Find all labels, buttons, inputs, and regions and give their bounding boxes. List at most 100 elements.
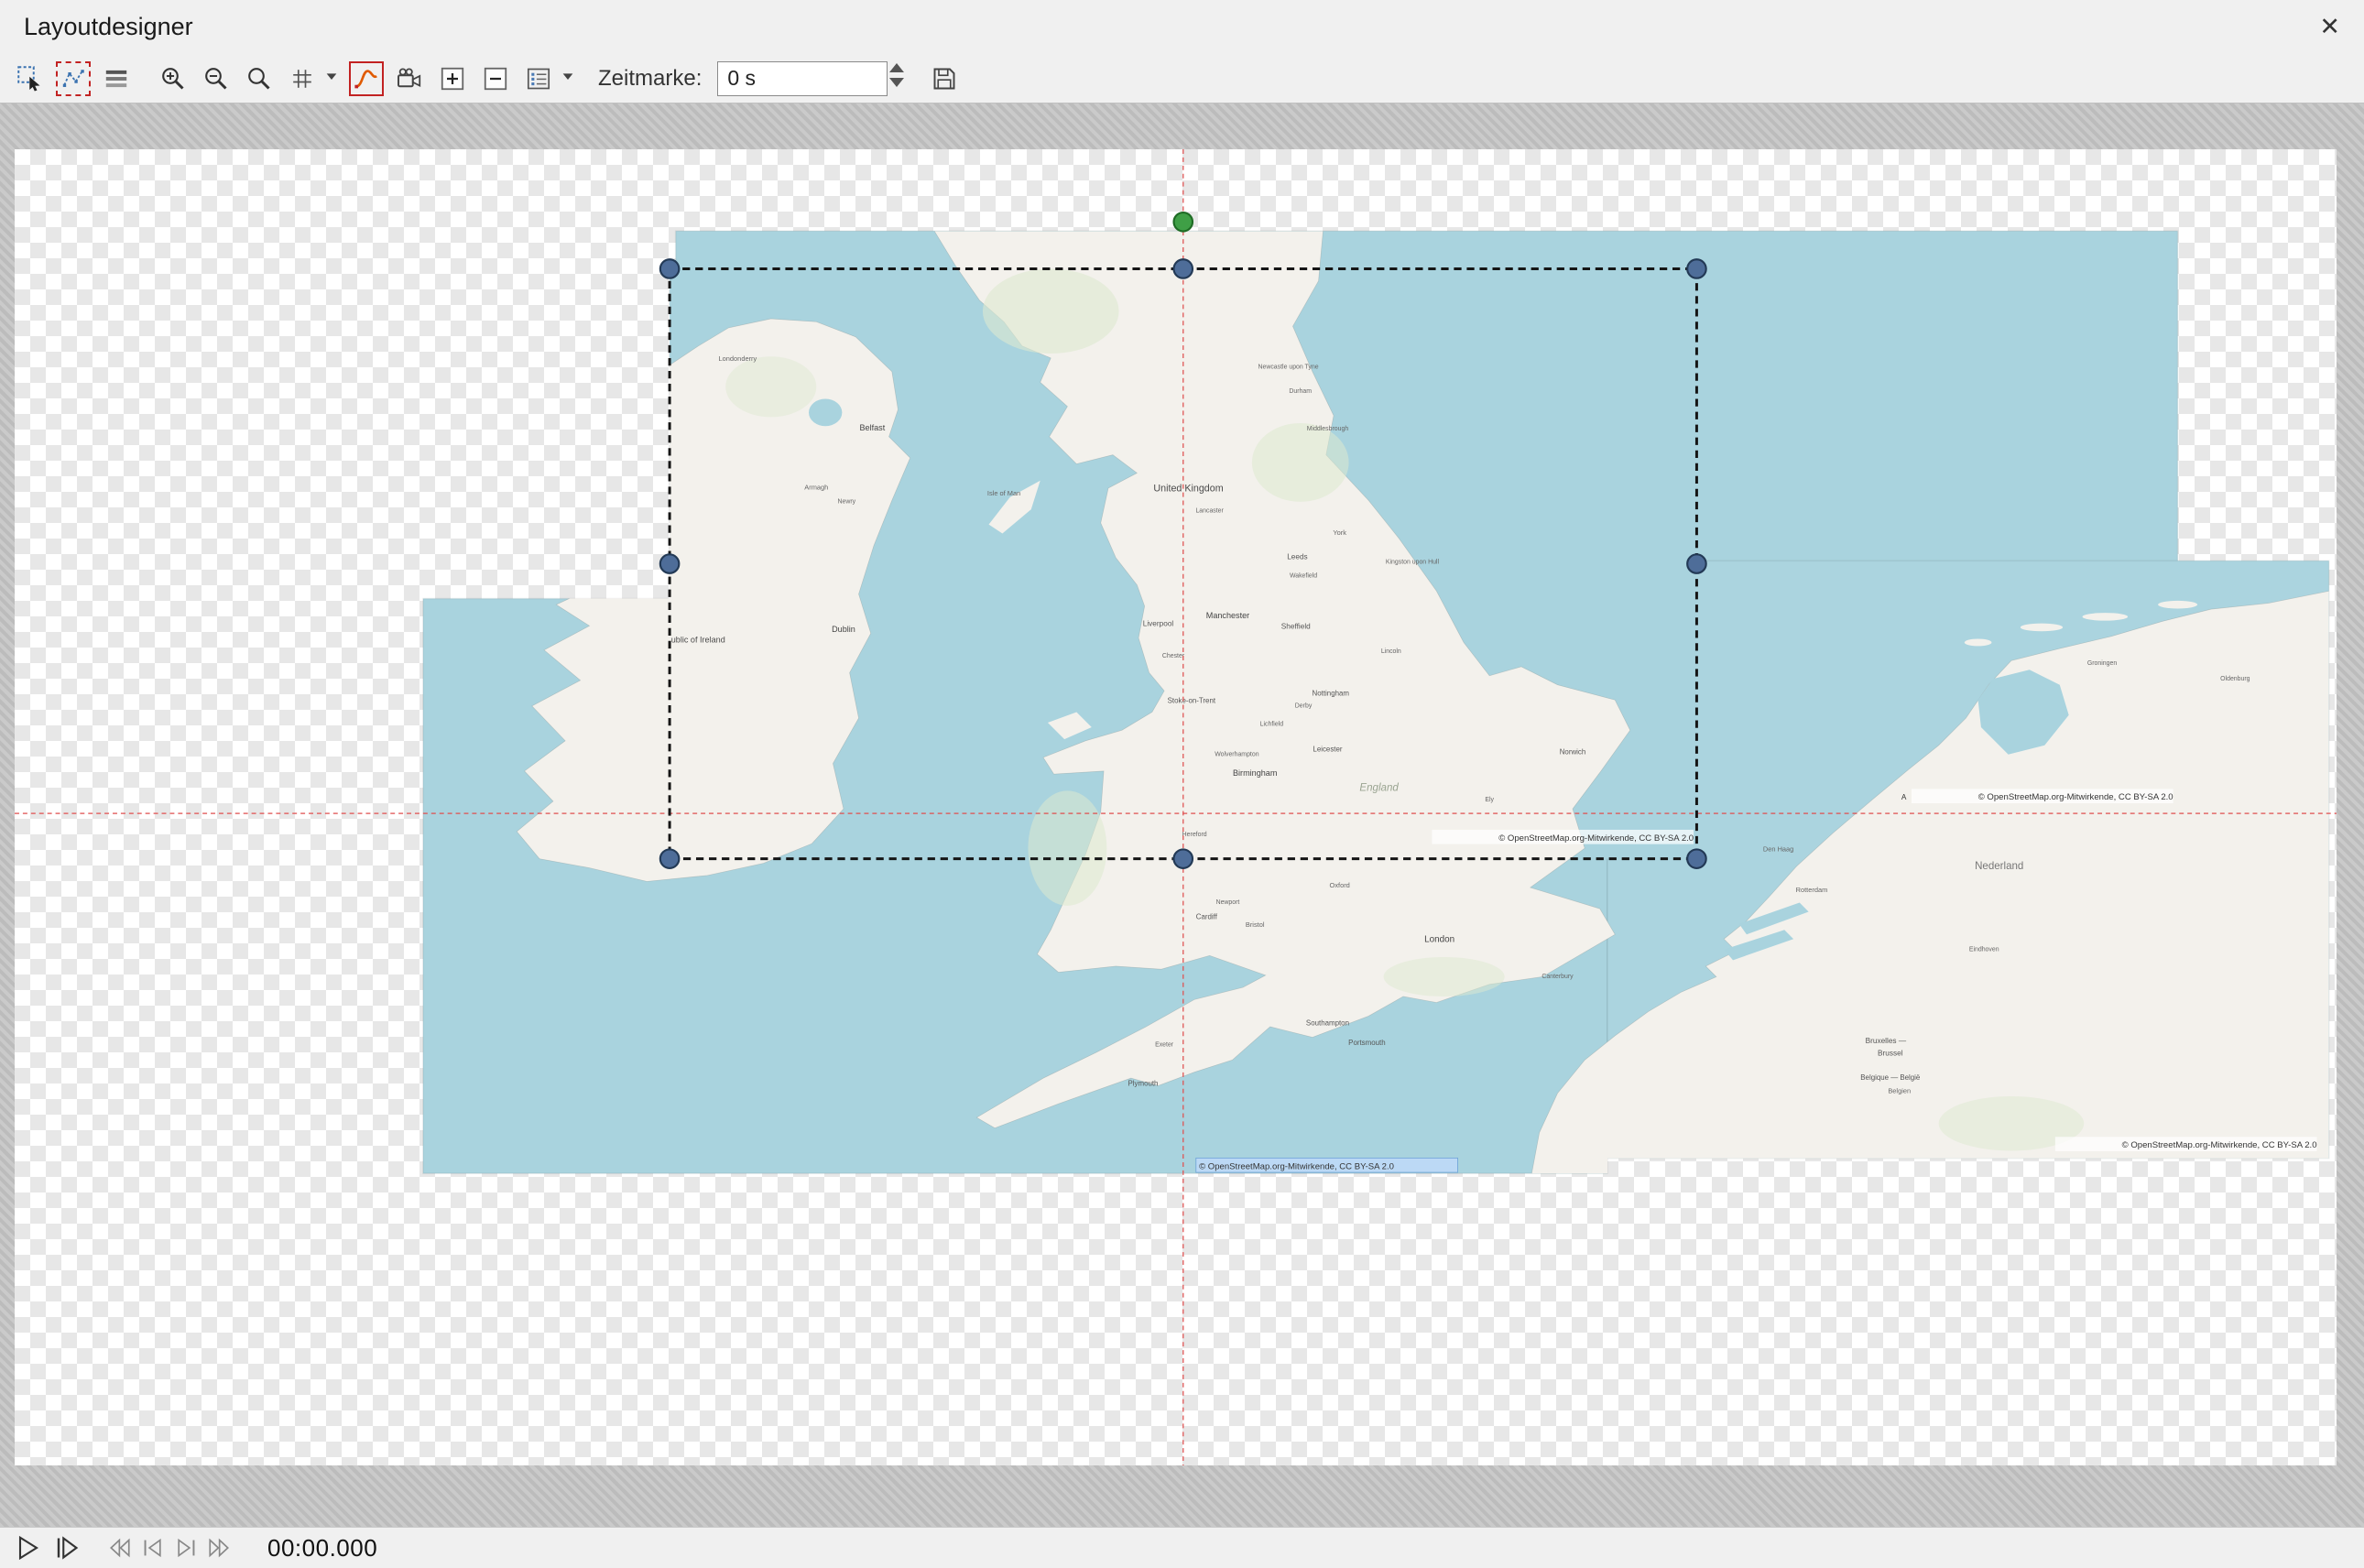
- edit-points-tool-button[interactable]: [56, 61, 91, 96]
- grid-dropdown-button[interactable]: [324, 69, 339, 88]
- zoom-out-icon: [202, 65, 230, 93]
- curve-tool-button[interactable]: [349, 61, 384, 96]
- wadden-island: [2158, 601, 2197, 609]
- map-label: Belgique — België: [1860, 1073, 1921, 1082]
- map-label: Canterbury: [1542, 974, 1574, 980]
- map-label: Nottingham: [1313, 689, 1350, 697]
- zoom-out-button[interactable]: [199, 61, 234, 96]
- add-button[interactable]: [435, 61, 470, 96]
- layers-button[interactable]: [99, 61, 134, 96]
- landcover-patch: [725, 356, 816, 417]
- selection-handle-s[interactable]: [1174, 849, 1193, 867]
- map-label: Bruxelles —: [1866, 1037, 1907, 1045]
- map-label: Middlesbrough: [1307, 426, 1349, 432]
- remove-button[interactable]: [478, 61, 513, 96]
- properties-dropdown-button[interactable]: [561, 69, 575, 88]
- map-label: Nederland: [1975, 861, 2023, 872]
- attribution-text: © OpenStreetMap.org-Mitwirkende, CC BY-S…: [1978, 792, 2173, 802]
- map-label: Sheffield: [1281, 623, 1311, 631]
- map-label: Den Haag: [1763, 844, 1793, 853]
- play-from-mark-icon: [53, 1534, 81, 1562]
- layout-canvas: LondonderryBelfastArmaghNewryDublinIsle …: [15, 149, 2337, 1465]
- fast-backward-button[interactable]: [108, 1536, 132, 1560]
- transport-bar: 00:00.000: [0, 1527, 2364, 1568]
- step-backward-button[interactable]: [141, 1536, 165, 1560]
- step-forward-button[interactable]: [174, 1536, 198, 1560]
- attribution-text: © OpenStreetMap.org-Mitwirkende, CC BY-S…: [1199, 1161, 1394, 1171]
- map-label: Derby: [1295, 702, 1313, 709]
- map-label: Cardiff: [1196, 913, 1218, 921]
- spinner-up-button[interactable]: [889, 63, 904, 72]
- map-label: Newcastle upon Tyne: [1258, 364, 1319, 370]
- zoom-in-icon: [159, 65, 187, 93]
- osm-attribution: © OpenStreetMap.org-Mitwirkende, CC BY-S…: [2055, 1137, 2317, 1151]
- workspace: LondonderryBelfastArmaghNewryDublinIsle …: [0, 103, 2364, 1528]
- chevron-down-icon: [561, 69, 575, 83]
- map-label: Leicester: [1313, 745, 1342, 753]
- properties-button[interactable]: [521, 61, 556, 96]
- selection-handle-sw[interactable]: [660, 849, 679, 867]
- fast-backward-icon: [108, 1536, 132, 1560]
- map-label: England: [1359, 782, 1399, 793]
- title-bar: Layoutdesigner ✕: [0, 0, 2364, 54]
- osm-attribution: © OpenStreetMap.org-Mitwirkende, CC BY-S…: [1912, 789, 2173, 803]
- zeitmarke-label: Zeitmarke:: [598, 66, 702, 92]
- osm-attribution: © OpenStreetMap.org-Mitwirkende, CC BY-S…: [1432, 830, 1694, 844]
- skip-controls: [108, 1536, 231, 1560]
- wadden-island: [2021, 624, 2063, 632]
- camera-icon: [396, 65, 423, 93]
- zoom-loupe-button[interactable]: [242, 61, 277, 96]
- spinner-down-button[interactable]: [889, 78, 904, 87]
- map-label: London: [1424, 935, 1454, 945]
- close-icon[interactable]: ✕: [2319, 0, 2340, 54]
- map-label: Hereford: [1182, 832, 1207, 838]
- select-tool-button[interactable]: [13, 61, 48, 96]
- zoom-in-button[interactable]: [156, 61, 191, 96]
- map-label: Oldenburg: [2220, 676, 2250, 682]
- map-label: Lancaster: [1195, 507, 1224, 514]
- map-label: Ely: [1485, 797, 1494, 803]
- edit-points-tool-icon: [60, 66, 86, 92]
- layers-icon: [103, 66, 129, 92]
- map-label: Newport: [1216, 899, 1240, 906]
- map-label: Bristol: [1246, 920, 1265, 929]
- selection-handle-e[interactable]: [1687, 554, 1705, 572]
- fast-forward-icon: [207, 1536, 231, 1560]
- selection-handle-se[interactable]: [1687, 849, 1705, 867]
- map-label: Oxford: [1330, 881, 1350, 889]
- map-label: Armagh: [804, 484, 828, 492]
- fast-forward-button[interactable]: [207, 1536, 231, 1560]
- attribution-text: © OpenStreetMap.org-Mitwirkende, CC BY-S…: [1498, 833, 1694, 844]
- map-label: Stoke-on-Trent: [1168, 697, 1216, 705]
- step-backward-icon: [141, 1536, 165, 1560]
- zeitmarke-input[interactable]: [717, 61, 888, 96]
- selection-handle-w[interactable]: [660, 554, 679, 572]
- map-label: Kingston upon Hull: [1386, 560, 1440, 566]
- map-label: Eindhoven: [1969, 946, 1999, 953]
- camera-button[interactable]: [392, 61, 427, 96]
- curve-tool-icon: [354, 66, 379, 92]
- play-icon: [15, 1534, 42, 1562]
- toolbar: Zeitmarke:: [0, 54, 2364, 103]
- selection-handle-ne[interactable]: [1687, 259, 1705, 278]
- selection-handle-n[interactable]: [1174, 259, 1193, 278]
- map-label: Brussel: [1878, 1049, 1903, 1057]
- map-label: York: [1333, 528, 1346, 537]
- play-from-mark-button[interactable]: [53, 1534, 81, 1562]
- map-label: Wakefield: [1290, 572, 1317, 579]
- save-button[interactable]: [927, 61, 962, 96]
- play-button[interactable]: [15, 1534, 42, 1562]
- properties-icon: [526, 66, 551, 92]
- map-label: Dublin: [832, 625, 855, 634]
- select-tool-icon: [16, 65, 44, 93]
- grid-button[interactable]: [285, 61, 320, 96]
- map-label: Portsmouth: [1348, 1039, 1385, 1047]
- step-forward-icon: [174, 1536, 198, 1560]
- map-label: Plymouth: [1128, 1079, 1159, 1087]
- chevron-down-icon: [324, 69, 339, 83]
- time-display: 00:00.000: [267, 1534, 377, 1563]
- rotation-handle[interactable]: [1174, 212, 1193, 231]
- attribution-text: © OpenStreetMap.org-Mitwirkende, CC BY-S…: [2122, 1140, 2317, 1150]
- selection-handle-nw[interactable]: [660, 259, 679, 278]
- map-label: Belgien: [1888, 1087, 1911, 1095]
